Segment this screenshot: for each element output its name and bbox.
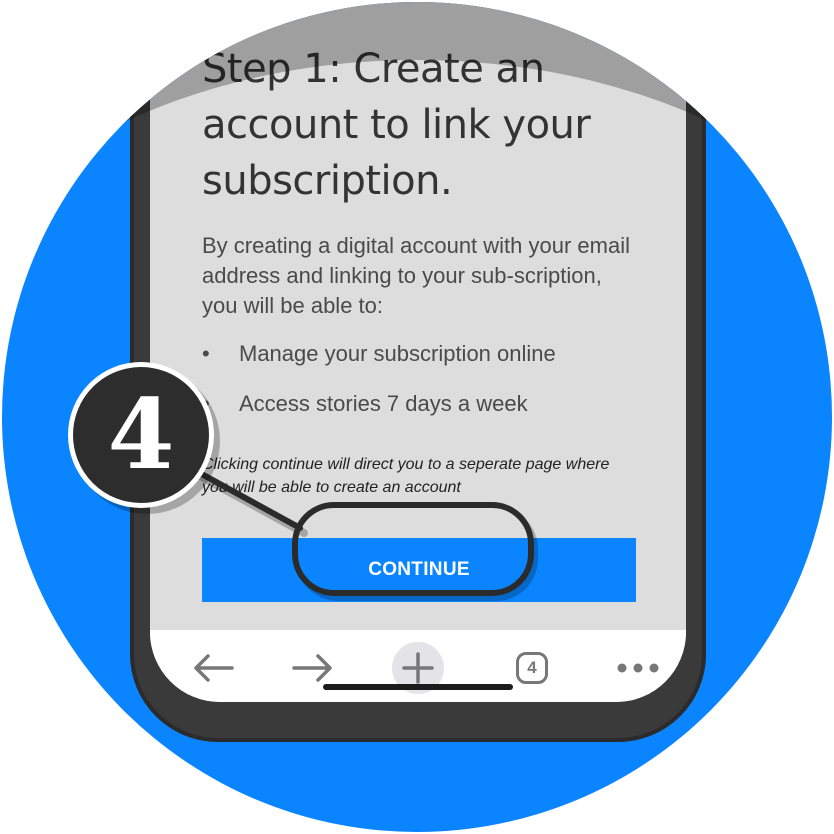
benefit-label: Access stories 7 days a week (239, 391, 528, 416)
list-item: •Access stories 7 days a week (202, 389, 632, 439)
browser-toolbar: 4 (150, 630, 686, 702)
step-number-badge: 4 (68, 362, 214, 508)
benefits-list: • Manage your subscription online •Access… (202, 339, 632, 439)
back-arrow-icon (194, 654, 234, 682)
phone-screen: Step 1: Create an account to link your s… (150, 2, 686, 702)
plus-icon (402, 652, 434, 684)
step-number: 4 (107, 378, 175, 491)
tabs-icon: 4 (516, 652, 548, 684)
more-icon (617, 663, 659, 673)
more-button[interactable] (612, 642, 664, 694)
tabs-button[interactable]: 4 (506, 642, 558, 694)
continue-button[interactable]: CONTINUE (202, 538, 636, 602)
benefit-label: Manage your subscription online (239, 341, 556, 366)
phone-frame: Step 1: Create an account to link your s… (130, 2, 706, 742)
forward-arrow-icon (292, 654, 332, 682)
page-heading: Step 1: Create an account to link your s… (202, 46, 591, 204)
intro-paragraph: By creating a digital account with your … (202, 233, 630, 318)
bullet-icon: • (202, 341, 210, 366)
continue-note: Clicking continue will direct you to a s… (202, 456, 610, 496)
home-indicator (323, 684, 513, 690)
back-button[interactable] (188, 642, 240, 694)
list-item: • Manage your subscription online (202, 339, 632, 389)
tab-count: 4 (527, 658, 537, 677)
